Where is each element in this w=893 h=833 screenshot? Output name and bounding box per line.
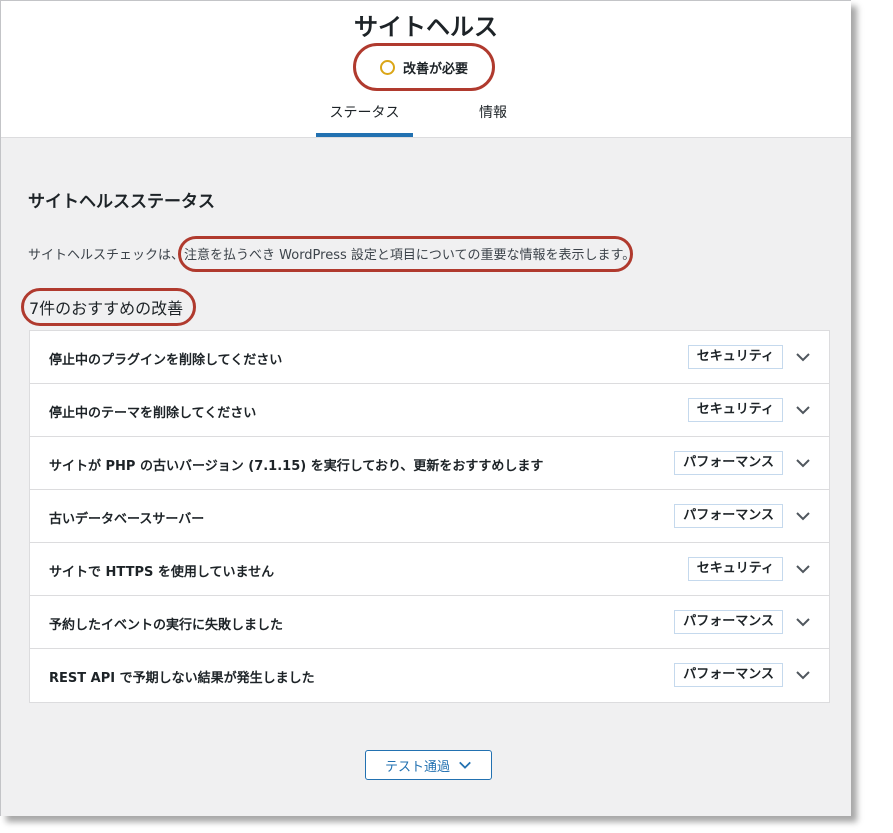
status-progress-icon [379, 59, 395, 75]
chevron-down-icon[interactable] [795, 614, 811, 630]
list-item[interactable]: 古いデータベースサーバー パフォーマンス [30, 490, 829, 543]
chevron-down-icon[interactable] [795, 667, 811, 683]
description: サイトヘルスチェックは、注意を払うべき WordPress 設定と項目についての… [28, 244, 635, 263]
chevron-down-icon[interactable] [795, 402, 811, 418]
section-title: サイトヘルスステータス [28, 192, 215, 212]
passed-tests-label: テスト通過 [384, 759, 450, 775]
passed-tests-button[interactable]: テスト通過 [365, 750, 492, 780]
category-badge: パフォーマンス [674, 504, 783, 528]
list-item[interactable]: 停止中のプラグインを削除してください セキュリティ [30, 331, 829, 384]
list-item[interactable]: サイトで HTTPS を使用していません セキュリティ [30, 543, 829, 596]
issue-label: 停止中のテーマを削除してください [49, 406, 257, 421]
list-item[interactable]: 停止中のテーマを削除してください セキュリティ [30, 384, 829, 437]
category-badge: パフォーマンス [674, 663, 783, 687]
category-badge: セキュリティ [687, 557, 783, 581]
chevron-down-icon[interactable] [795, 455, 811, 471]
list-item[interactable]: REST API で予期しない結果が発生しました パフォーマンス [30, 649, 829, 702]
issue-label: サイトが PHP の古いバージョン (7.1.15) を実行しており、更新をおす… [49, 459, 544, 474]
issue-label: 予約したイベントの実行に失敗しました [49, 618, 284, 633]
page-header: サイトヘルス 改善が必要 ステータス 情報 [1, 1, 851, 138]
issues-list: 停止中のプラグインを削除してください セキュリティ 停止中のテーマを削除してくだ… [29, 330, 830, 703]
list-item[interactable]: 予約したイベントの実行に失敗しました パフォーマンス [30, 596, 829, 649]
page-title: サイトヘルス [354, 13, 498, 41]
description-highlight: 注意を払うべき WordPress 設定と項目についての重要な情報を表示します。 [184, 248, 636, 263]
site-health-screen: サイトヘルス 改善が必要 ステータス 情報 サイトヘルスステータス サイトヘルス… [0, 0, 851, 816]
recommended-count: 7件のおすすめの改善 [29, 299, 184, 318]
list-item[interactable]: サイトが PHP の古いバージョン (7.1.15) を実行しており、更新をおす… [30, 437, 829, 490]
issue-label: REST API で予期しない結果が発生しました [49, 671, 315, 686]
category-badge: セキュリティ [687, 345, 783, 369]
issue-label: 古いデータベースサーバー [49, 512, 205, 527]
category-badge: パフォーマンス [674, 451, 783, 475]
chevron-down-icon[interactable] [795, 561, 811, 577]
issue-label: 停止中のプラグインを削除してください [49, 353, 283, 368]
chevron-down-icon[interactable] [795, 349, 811, 365]
chevron-down-icon[interactable] [795, 508, 811, 524]
description-prefix: サイトヘルスチェックは、 [28, 248, 185, 263]
tab-bar: ステータス 情報 [1, 97, 851, 137]
chevron-down-icon [459, 761, 471, 769]
issue-label: サイトで HTTPS を使用していません [49, 565, 275, 580]
health-status: 改善が必要 [353, 43, 495, 91]
tab-status[interactable]: ステータス [316, 97, 413, 137]
tab-info[interactable]: 情報 [465, 97, 521, 137]
category-badge: セキュリティ [687, 398, 783, 422]
category-badge: パフォーマンス [674, 610, 783, 634]
status-label: 改善が必要 [402, 61, 468, 77]
